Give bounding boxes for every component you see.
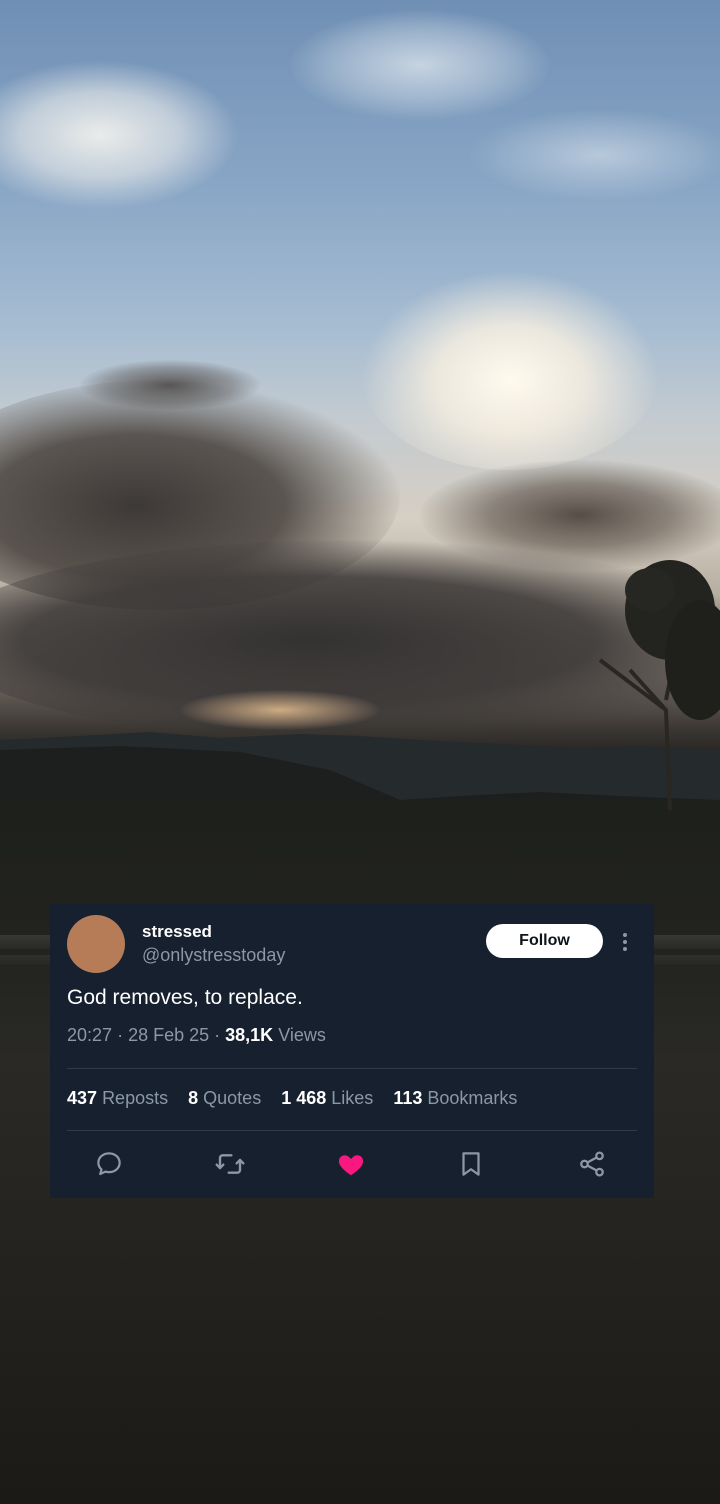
views-count: 38,1K (225, 1025, 274, 1045)
reply-icon[interactable] (93, 1148, 125, 1180)
post-stats: 437 Reposts 8 Quotes 1 468 Likes 113 Boo… (67, 1088, 517, 1109)
display-name[interactable]: stressed (142, 922, 212, 942)
background-photo (0, 0, 720, 1504)
divider (67, 1130, 637, 1131)
quotes-label: Quotes (203, 1088, 262, 1108)
post-time: 20:27 (67, 1025, 113, 1045)
cloud (470, 110, 720, 200)
quotes-count: 8 (188, 1088, 199, 1108)
sunlit-cloud (360, 270, 660, 470)
post-date: 28 Feb 25 (128, 1025, 210, 1045)
more-options-icon[interactable] (616, 928, 634, 956)
separator: · (214, 1025, 226, 1045)
quotes-stat[interactable]: 8 Quotes (188, 1088, 261, 1108)
bookmarks-stat[interactable]: 113 Bookmarks (393, 1088, 517, 1108)
divider (67, 1068, 637, 1069)
bookmarks-label: Bookmarks (427, 1088, 518, 1108)
sunset-glow (180, 690, 380, 730)
reposts-label: Reposts (102, 1088, 169, 1108)
likes-stat[interactable]: 1 468 Likes (281, 1088, 373, 1108)
user-handle[interactable]: @onlystresstoday (142, 945, 285, 966)
reposts-stat[interactable]: 437 Reposts (67, 1088, 168, 1108)
post-meta: 20:27 · 28 Feb 25 · 38,1K Views (67, 1025, 326, 1046)
cloud (0, 60, 240, 210)
post-card[interactable]: stressed @onlystresstoday Follow God rem… (50, 904, 654, 1198)
action-bar (50, 1148, 654, 1184)
bookmark-icon[interactable] (455, 1148, 487, 1180)
post-text: God removes, to replace. (67, 986, 303, 1009)
separator: · (117, 1025, 129, 1045)
repost-icon[interactable] (214, 1148, 246, 1180)
views-label: Views (278, 1025, 326, 1045)
cloud (290, 10, 550, 120)
like-icon[interactable] (335, 1148, 367, 1180)
likes-label: Likes (331, 1088, 374, 1108)
likes-count: 1 468 (281, 1088, 327, 1108)
avatar[interactable] (67, 915, 125, 973)
tree-silhouette (598, 560, 720, 810)
share-icon[interactable] (576, 1148, 608, 1180)
follow-button[interactable]: Follow (486, 924, 603, 958)
bookmarks-count: 113 (393, 1088, 423, 1108)
reposts-count: 437 (67, 1088, 98, 1108)
